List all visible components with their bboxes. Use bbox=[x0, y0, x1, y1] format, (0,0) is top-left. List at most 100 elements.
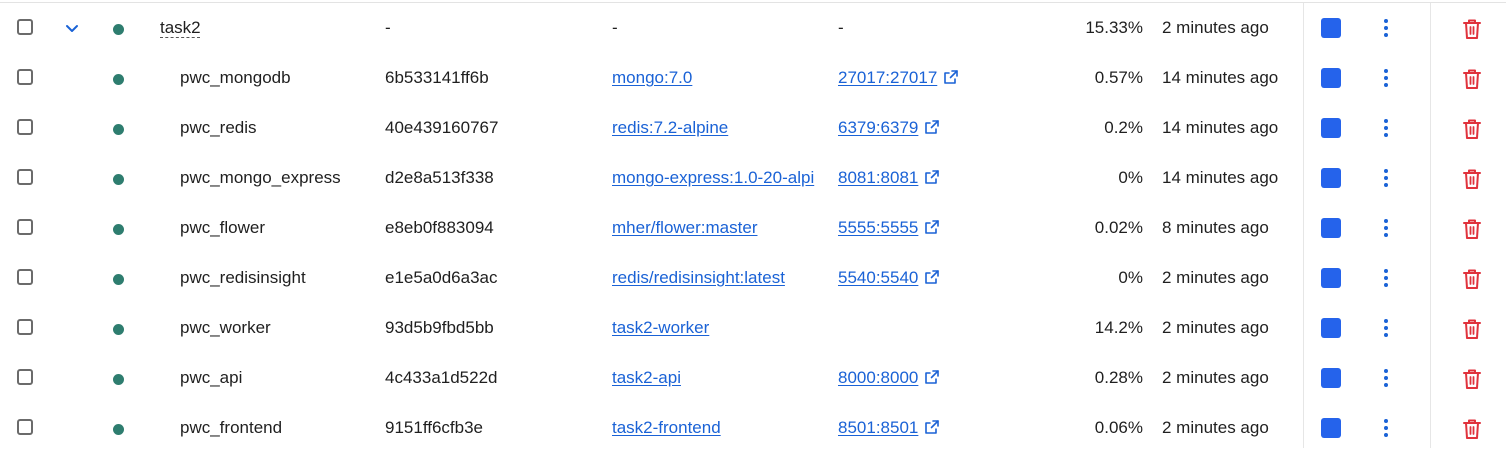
port-link[interactable]: 5540:5540 bbox=[838, 268, 918, 287]
row-select-checkbox[interactable] bbox=[17, 119, 33, 135]
container-id: 93d5b9fbd5bb bbox=[385, 318, 494, 337]
port-link[interactable]: 5555:5555 bbox=[838, 218, 918, 237]
image-link-cell: task2-api bbox=[612, 353, 827, 403]
image-link[interactable]: redis/redisinsight:latest bbox=[612, 268, 785, 287]
table-row[interactable]: pwc_api 4c433a1d522d task2-api 8000:8000… bbox=[0, 353, 1506, 403]
port-link[interactable]: 8081:8081 bbox=[838, 168, 918, 187]
table-row[interactable]: pwc_flower e8eb0f883094 mher/flower:mast… bbox=[0, 203, 1506, 253]
image-link[interactable]: redis:7.2-alpine bbox=[612, 118, 728, 137]
image-link-cell: task2-frontend bbox=[612, 403, 827, 453]
external-link-icon[interactable] bbox=[924, 219, 940, 235]
stop-button[interactable] bbox=[1321, 68, 1341, 88]
table-row[interactable]: pwc_mongodb 6b533141ff6b mongo:7.0 27017… bbox=[0, 53, 1506, 103]
external-link-icon[interactable] bbox=[924, 369, 940, 385]
row-select-checkbox[interactable] bbox=[17, 369, 33, 385]
container-name[interactable]: pwc_mongo_express bbox=[180, 153, 375, 203]
row-select-checkbox[interactable] bbox=[17, 69, 33, 85]
container-name[interactable]: pwc_redis bbox=[180, 103, 375, 153]
trash-icon[interactable] bbox=[1462, 168, 1482, 190]
image-link[interactable]: mher/flower:master bbox=[612, 218, 757, 237]
container-name[interactable]: pwc_api bbox=[180, 353, 375, 403]
port-link[interactable]: 8000:8000 bbox=[838, 368, 918, 387]
kebab-menu-icon[interactable] bbox=[1379, 217, 1393, 239]
kebab-menu-icon[interactable] bbox=[1379, 367, 1393, 389]
image-link[interactable]: task2-api bbox=[612, 368, 681, 387]
status-dot-icon bbox=[113, 324, 124, 335]
port-link[interactable]: 27017:27017 bbox=[838, 68, 937, 87]
trash-icon[interactable] bbox=[1462, 318, 1482, 340]
status-dot-icon bbox=[113, 74, 124, 85]
image-link-cell: task2-worker bbox=[612, 303, 827, 353]
row-select-checkbox[interactable] bbox=[17, 319, 33, 335]
kebab-menu-icon[interactable] bbox=[1379, 317, 1393, 339]
image-link[interactable]: mongo-express:1.0-20-alpi bbox=[612, 168, 814, 187]
row-select-checkbox[interactable] bbox=[17, 269, 33, 285]
image-link-cell: mher/flower:master bbox=[612, 203, 827, 253]
table-row[interactable]: pwc_frontend 9151ff6cfb3e task2-frontend… bbox=[0, 403, 1506, 453]
cpu-value: 0.28% bbox=[1094, 368, 1143, 387]
stop-button[interactable] bbox=[1321, 118, 1341, 138]
port-cell bbox=[838, 303, 1008, 353]
stop-button[interactable] bbox=[1321, 368, 1341, 388]
last-started: 14 minutes ago bbox=[1162, 168, 1279, 187]
trash-icon[interactable] bbox=[1462, 118, 1482, 140]
table-row[interactable]: pwc_mongo_express d2e8a513f338 mongo-exp… bbox=[0, 153, 1506, 203]
status-dot-icon bbox=[113, 424, 124, 435]
stop-button[interactable] bbox=[1321, 318, 1341, 338]
kebab-menu-icon[interactable] bbox=[1379, 117, 1393, 139]
table-row[interactable]: pwc_redisinsight e1e5a0d6a3ac redis/redi… bbox=[0, 253, 1506, 303]
cpu-value: 14.2% bbox=[1094, 318, 1143, 337]
cpu-value: 0% bbox=[1118, 168, 1143, 187]
port-link[interactable]: 8501:8501 bbox=[838, 418, 918, 437]
kebab-menu-icon[interactable] bbox=[1379, 17, 1393, 39]
container-id: 9151ff6cfb3e bbox=[385, 418, 483, 437]
status-dot-icon bbox=[113, 124, 124, 135]
table-row[interactable]: pwc_worker 93d5b9fbd5bb task2-worker 14.… bbox=[0, 303, 1506, 353]
port-cell: 5540:5540 bbox=[838, 253, 1008, 303]
port-value: - bbox=[838, 18, 844, 37]
row-select-checkbox[interactable] bbox=[17, 219, 33, 235]
kebab-menu-icon[interactable] bbox=[1379, 67, 1393, 89]
row-select-checkbox[interactable] bbox=[17, 169, 33, 185]
chevron-down-icon[interactable] bbox=[63, 20, 81, 38]
kebab-menu-icon[interactable] bbox=[1379, 267, 1393, 289]
container-name[interactable]: pwc_mongodb bbox=[180, 53, 375, 103]
status-dot-icon bbox=[113, 274, 124, 285]
image-link[interactable]: task2-worker bbox=[612, 318, 709, 337]
external-link-icon[interactable] bbox=[924, 169, 940, 185]
external-link-icon[interactable] bbox=[924, 269, 940, 285]
trash-icon[interactable] bbox=[1462, 368, 1482, 390]
container-name[interactable]: pwc_redisinsight bbox=[180, 253, 375, 303]
row-select-checkbox[interactable] bbox=[17, 19, 33, 35]
group-name[interactable]: task2 bbox=[160, 3, 370, 53]
container-name[interactable]: pwc_frontend bbox=[180, 403, 375, 453]
trash-icon[interactable] bbox=[1462, 418, 1482, 440]
image-link-cell: redis:7.2-alpine bbox=[612, 103, 827, 153]
stop-button[interactable] bbox=[1321, 218, 1341, 238]
container-id: d2e8a513f338 bbox=[385, 168, 494, 187]
port-link[interactable]: 6379:6379 bbox=[838, 118, 918, 137]
table-row[interactable]: pwc_redis 40e439160767 redis:7.2-alpine … bbox=[0, 103, 1506, 153]
trash-icon[interactable] bbox=[1462, 18, 1482, 40]
image-link-cell: mongo-express:1.0-20-alpi bbox=[612, 153, 827, 203]
trash-icon[interactable] bbox=[1462, 268, 1482, 290]
port-cell: 5555:5555 bbox=[838, 203, 1008, 253]
container-name[interactable]: pwc_flower bbox=[180, 203, 375, 253]
container-name[interactable]: pwc_worker bbox=[180, 303, 375, 353]
image-link[interactable]: mongo:7.0 bbox=[612, 68, 692, 87]
image-link[interactable]: task2-frontend bbox=[612, 418, 721, 437]
stop-button[interactable] bbox=[1321, 418, 1341, 438]
stop-button[interactable] bbox=[1321, 268, 1341, 288]
external-link-icon[interactable] bbox=[943, 69, 959, 85]
stop-button[interactable] bbox=[1321, 168, 1341, 188]
port-cell: 27017:27017 bbox=[838, 53, 1008, 103]
trash-icon[interactable] bbox=[1462, 68, 1482, 90]
external-link-icon[interactable] bbox=[924, 419, 940, 435]
table-row-group[interactable]: task2 - - - 15.33% 2 minutes ago bbox=[0, 3, 1506, 53]
row-select-checkbox[interactable] bbox=[17, 419, 33, 435]
stop-button[interactable] bbox=[1321, 18, 1341, 38]
kebab-menu-icon[interactable] bbox=[1379, 167, 1393, 189]
external-link-icon[interactable] bbox=[924, 119, 940, 135]
kebab-menu-icon[interactable] bbox=[1379, 417, 1393, 439]
trash-icon[interactable] bbox=[1462, 218, 1482, 240]
